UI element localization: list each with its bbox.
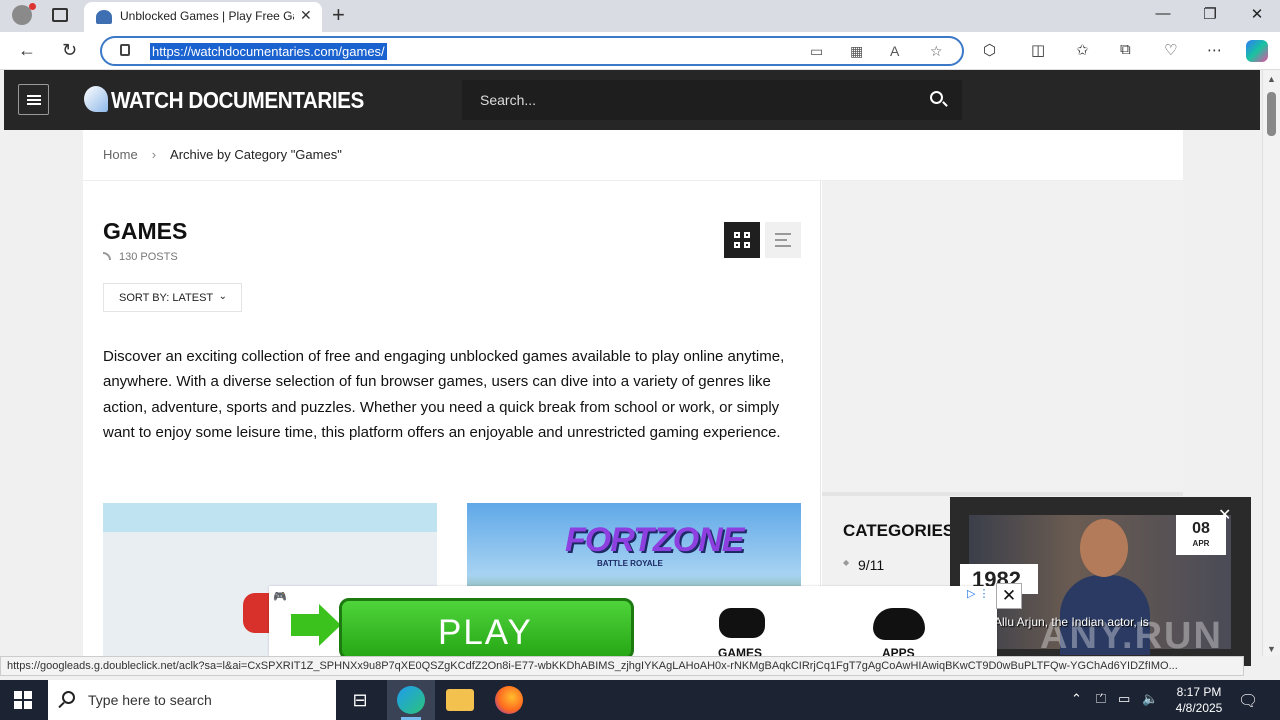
banner-ad[interactable]: 🎮 PLAY GAMES APPS ▷ ⋮	[269, 586, 997, 656]
apps-label: APPS	[882, 646, 915, 656]
status-bar-url: https://googleads.g.doubleclick.net/aclk…	[0, 656, 1244, 676]
breadcrumb-separator: ›	[151, 147, 157, 162]
new-tab-button[interactable]: +	[332, 2, 345, 28]
list-view-button[interactable]	[765, 222, 801, 258]
play-label: PLAY	[438, 613, 533, 652]
breadcrumb: Home › Archive by Category "Games"	[103, 147, 342, 162]
arrow-icon	[291, 604, 341, 646]
scrollbar-thumb[interactable]	[1267, 92, 1276, 136]
file-explorer-icon[interactable]	[446, 689, 474, 711]
tab-title: Unblocked Games | Play Free Games	[120, 9, 294, 23]
video-close-icon[interactable]: ✕	[1218, 505, 1231, 525]
search-icon	[62, 691, 75, 704]
site-logo[interactable]: WATCH DOCUMENTARIES	[111, 87, 364, 114]
menu-hamburger-icon[interactable]	[18, 84, 49, 115]
window-minimize-button[interactable]: —	[1140, 5, 1186, 22]
breadcrumb-home-link[interactable]: Home	[103, 147, 138, 162]
favorites-icon[interactable]: ✩	[1076, 41, 1089, 59]
ad-brand-icon: 🎮	[273, 591, 287, 603]
favorite-star-icon[interactable]: ☆	[930, 43, 943, 60]
browser-essentials-icon[interactable]: ♡	[1164, 41, 1177, 59]
taskbar-search-placeholder: Type here to search	[88, 692, 212, 708]
grid-view-button[interactable]	[724, 222, 760, 258]
browser-tab-bar: Unblocked Games | Play Free Games ✕ + — …	[0, 0, 1280, 32]
post-count-label: 130 POSTS	[119, 251, 178, 263]
copilot-icon[interactable]	[1246, 40, 1268, 62]
edge-browser-icon[interactable]	[397, 686, 425, 714]
main-column: GAMES 130 POSTS SORT BY: LATEST ⌄ Discov…	[83, 181, 821, 656]
sort-dropdown[interactable]: SORT BY: LATEST ⌄	[103, 283, 242, 312]
profile-avatar-icon[interactable]	[12, 3, 36, 25]
rss-icon	[103, 252, 111, 260]
extensions-icon[interactable]: ⬡	[983, 41, 996, 59]
game-logo-subtitle: BATTLE ROYALE	[597, 559, 663, 568]
clock-time: 8:17 PM	[1176, 685, 1222, 699]
lock-icon[interactable]	[120, 44, 130, 56]
app-available-icon[interactable]: ▭	[810, 43, 823, 60]
sort-label: SORT BY: LATEST	[119, 292, 214, 304]
adchoices-icon[interactable]: ▷ ⋮	[967, 587, 990, 600]
tab-actions-icon[interactable]	[52, 8, 68, 22]
page-scrollbar[interactable]: ▲ ▼	[1262, 70, 1280, 656]
tray-device-icon[interactable]: ⏍	[1096, 691, 1106, 707]
collections-icon[interactable]: ⧉	[1120, 41, 1131, 58]
ad-play-button[interactable]: PLAY	[339, 598, 634, 656]
volume-icon[interactable]: 🔈	[1142, 691, 1158, 707]
site-logo-icon[interactable]	[84, 86, 108, 112]
game-logo-text: FORTZONE	[565, 521, 744, 559]
categories-heading: CATEGORIES	[843, 521, 955, 540]
settings-more-icon[interactable]: ⋯	[1207, 41, 1222, 59]
clock-date: 4/8/2025	[1175, 701, 1223, 715]
post-count: 130 POSTS	[103, 251, 178, 263]
video-caption: Allu Arjun, the Indian actor, is	[994, 615, 1149, 629]
qr-code-icon[interactable]: ▦	[850, 43, 863, 60]
chevron-down-icon: ⌄	[218, 291, 227, 302]
back-arrow-icon[interactable]: ←	[18, 40, 36, 61]
site-header: WATCH DOCUMENTARIES Search...	[4, 70, 1260, 130]
search-placeholder: Search...	[480, 92, 537, 108]
breadcrumb-current: Archive by Category "Games"	[170, 147, 342, 162]
tab-close-icon[interactable]: ✕	[300, 7, 312, 24]
category-link[interactable]: 9/11	[843, 557, 884, 573]
refresh-icon[interactable]: ↻	[62, 40, 77, 61]
page-title: GAMES	[103, 218, 188, 244]
divider	[822, 492, 1183, 496]
gamepad-icon	[719, 608, 765, 638]
category-description: Discover an exciting collection of free …	[103, 348, 785, 441]
ad-close-button[interactable]: ✕	[996, 583, 1022, 609]
games-label: GAMES	[718, 646, 763, 656]
firefox-icon[interactable]	[495, 686, 523, 714]
task-view-icon[interactable]: ⊟	[346, 686, 374, 714]
window-close-button[interactable]: ✕	[1234, 5, 1280, 23]
address-bar[interactable]: https://watchdocumentaries.com/games/ ▭ …	[100, 36, 964, 66]
network-icon[interactable]: ▭	[1118, 691, 1130, 707]
search-icon[interactable]	[930, 91, 943, 104]
url-text[interactable]: https://watchdocumentaries.com/games/	[150, 43, 387, 60]
split-screen-icon[interactable]: ◫	[1031, 41, 1045, 59]
browser-toolbar: ← ↻ https://watchdocumentaries.com/games…	[0, 32, 1280, 70]
scroll-up-icon[interactable]: ▲	[1267, 74, 1276, 84]
site-search-input[interactable]: Search...	[462, 80, 962, 120]
notifications-icon[interactable]: 🗨	[1238, 691, 1258, 711]
read-aloud-icon[interactable]: A	[890, 43, 899, 59]
windows-taskbar: Type here to search ⊟ ⌃ ⏍ ▭ 🔈 8:17 PM 4/…	[0, 680, 1280, 720]
video-month: APR	[1192, 539, 1210, 548]
tray-chevron-icon[interactable]: ⌃	[1071, 691, 1082, 707]
taskbar-search-input[interactable]: Type here to search	[48, 680, 336, 720]
windows-start-icon[interactable]	[14, 691, 32, 709]
scroll-down-icon[interactable]: ▼	[1267, 644, 1276, 654]
browser-tab-active[interactable]: Unblocked Games | Play Free Games ✕	[84, 2, 322, 32]
site-favicon-icon	[96, 10, 112, 24]
taskbar-clock[interactable]: 8:17 PM 4/8/2025	[1170, 684, 1228, 716]
video-person-head	[1080, 519, 1128, 577]
window-restore-button[interactable]: ❐	[1187, 5, 1233, 23]
cloud-download-icon	[873, 608, 925, 640]
